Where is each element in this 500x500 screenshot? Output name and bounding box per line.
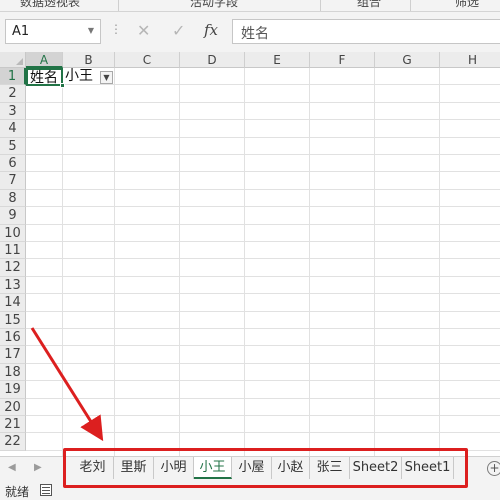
row-header-1[interactable]: 1 [0, 68, 26, 86]
sheet-tab[interactable]: 老刘 [72, 457, 114, 479]
row-header-3[interactable]: 3 [0, 102, 26, 121]
sheet-tab[interactable]: Sheet1 [402, 457, 454, 479]
ribbon-label-pivottable: 数据透视表 [20, 0, 81, 9]
enter-icon[interactable]: ✓ [172, 21, 185, 40]
scroll-tabs-left-icon[interactable]: ◀ [8, 462, 16, 473]
chevron-down-icon[interactable]: ▼ [88, 26, 94, 35]
row-header-19[interactable]: 19 [0, 381, 26, 399]
add-sheet-icon[interactable]: + [487, 461, 500, 476]
filter-dropdown-icon[interactable]: ▼ [100, 71, 113, 84]
row-header-8[interactable]: 8 [0, 189, 26, 208]
column-header-h[interactable]: H [440, 52, 500, 68]
formula-input[interactable]: 姓名 [232, 19, 500, 44]
status-bar: 就绪 [0, 480, 500, 500]
cell-a1-value: 姓名 [30, 70, 58, 86]
sheet-tab[interactable]: 小明 [154, 457, 194, 479]
sheet-tab-bar: ◀ ▶ 老刘 里斯 小明 小王 小屋 小赵 张三 Sheet2 Sheet1 + [0, 456, 500, 480]
sheet-tab[interactable]: 小屋 [232, 457, 272, 479]
sheet-tab[interactable]: Sheet2 [350, 457, 402, 479]
spreadsheet-grid[interactable]: ABCDEFGH 1 2 3 4 5 6 7 8 9 10 11 12 13 14 15 16 17 18 19 20… [0, 52, 500, 456]
name-box[interactable]: A1 ▼ [5, 19, 101, 44]
scroll-tabs-right-icon[interactable]: ▶ [34, 462, 42, 473]
row-header-2[interactable]: 2 [0, 85, 26, 103]
row-header-18[interactable]: 18 [0, 363, 26, 382]
row-header-4[interactable]: 4 [0, 120, 26, 138]
row-header-13[interactable]: 13 [0, 276, 26, 295]
row-header-17[interactable]: 17 [0, 346, 26, 364]
row-header-6[interactable]: 6 [0, 155, 26, 173]
row-header-20[interactable]: 20 [0, 398, 26, 416]
cell-b1-value: 小王 [65, 68, 93, 84]
name-box-value: A1 [12, 24, 30, 39]
row-header-21[interactable]: 21 [0, 416, 26, 434]
ribbon-label-group: 组合 [357, 0, 382, 9]
row-header-12[interactable]: 12 [0, 259, 26, 277]
formula-bar-grip-icon[interactable]: ⋮ [110, 22, 122, 36]
row-header-7[interactable]: 7 [0, 172, 26, 190]
column-header-a[interactable]: A [26, 52, 63, 68]
cell-a1[interactable]: 姓名 [26, 68, 65, 88]
column-header-b[interactable]: B [63, 52, 115, 68]
column-header-g[interactable]: G [375, 52, 440, 68]
formula-bar: A1 ▼ ⋮ ✕ ✓ fx 姓名 [0, 12, 500, 52]
insert-function-button[interactable]: fx [204, 21, 218, 39]
select-all-button[interactable] [0, 52, 26, 68]
sheet-tab[interactable]: 张三 [310, 457, 350, 479]
ribbon-group-labels: 数据透视表 活动字段 组合 筛选 [0, 0, 500, 12]
row-header-22[interactable]: 22 [0, 433, 26, 451]
cancel-icon[interactable]: ✕ [137, 21, 150, 40]
column-header-e[interactable]: E [245, 52, 310, 68]
row-header-15[interactable]: 15 [0, 311, 26, 329]
sheet-tab[interactable]: 里斯 [114, 457, 154, 479]
row-header-10[interactable]: 10 [0, 224, 26, 242]
row-header-14[interactable]: 14 [0, 294, 26, 312]
row-header-5[interactable]: 5 [0, 137, 26, 155]
column-header-f[interactable]: F [310, 52, 375, 68]
ribbon-label-filter: 筛选 [455, 0, 480, 9]
row-header-9[interactable]: 9 [0, 207, 26, 225]
sheet-tab[interactable]: 小王 [194, 457, 232, 479]
macro-record-icon[interactable] [40, 484, 52, 496]
ribbon-label-active-field: 活动字段 [190, 0, 239, 9]
status-text: 就绪 [5, 485, 30, 499]
column-header-c[interactable]: C [115, 52, 180, 68]
column-header-d[interactable]: D [180, 52, 245, 68]
sheet-tab[interactable]: 小赵 [272, 457, 310, 479]
row-header-11[interactable]: 11 [0, 242, 26, 260]
row-header-16[interactable]: 16 [0, 329, 26, 347]
